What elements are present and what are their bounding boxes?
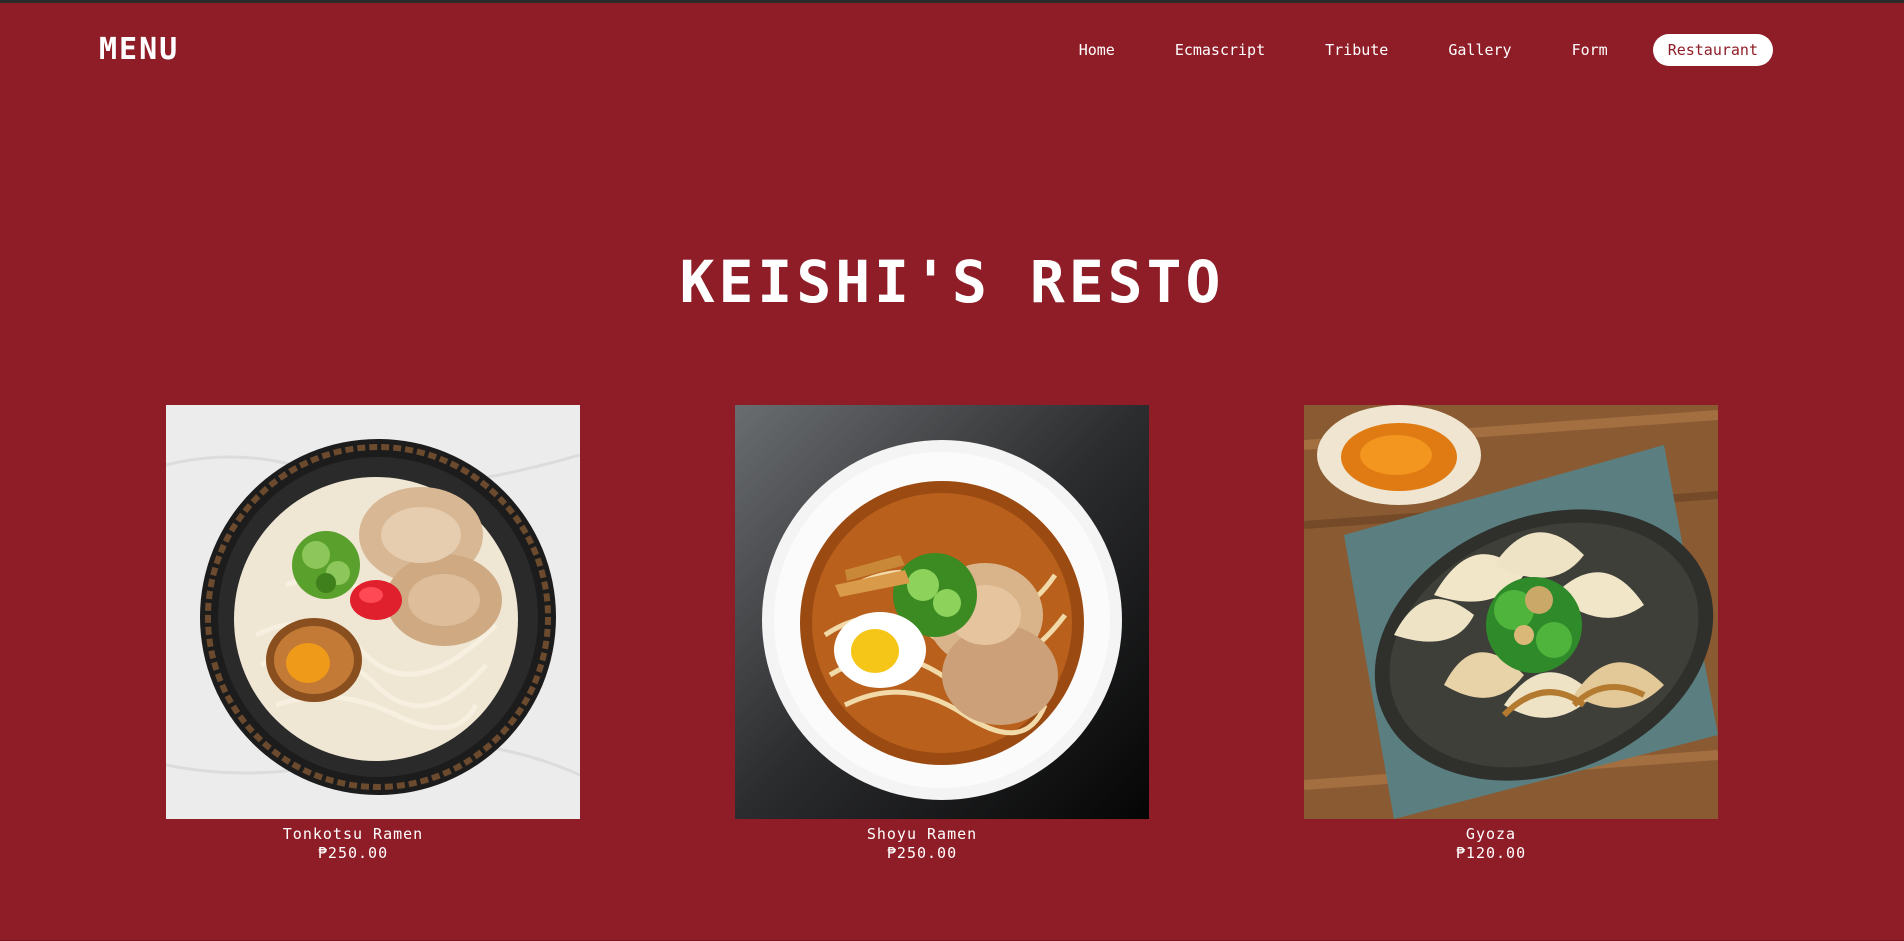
menu-item-price: ₱250.00 bbox=[317, 844, 389, 862]
menu-item-name: Shoyu Ramen bbox=[866, 825, 978, 843]
gyoza-photo bbox=[1304, 405, 1718, 819]
menu-item-price: ₱120.00 bbox=[1455, 844, 1527, 862]
page-title: KEISHI'S RESTO bbox=[679, 248, 1225, 316]
nav-link-form[interactable]: Form bbox=[1557, 34, 1623, 66]
nav-link-tribute[interactable]: Tribute bbox=[1310, 34, 1403, 66]
menu-item-gyoza: Gyoza ₱120.00 bbox=[1304, 405, 1718, 863]
nav-link-home[interactable]: Home bbox=[1064, 34, 1130, 66]
nav-links: Home Ecmascript Tribute Gallery Form Res… bbox=[1034, 34, 1773, 66]
shoyu-ramen-photo bbox=[735, 405, 1149, 819]
navbar: MENU Home Ecmascript Tribute Gallery For… bbox=[0, 0, 1904, 100]
menu-item-tonkotsu-ramen: Tonkotsu Ramen ₱250.00 bbox=[166, 405, 580, 863]
brand-title: MENU bbox=[99, 32, 180, 67]
menu-item-name: Gyoza bbox=[1465, 825, 1517, 843]
tonkotsu-ramen-photo bbox=[166, 405, 580, 819]
menu-item-shoyu-ramen: Shoyu Ramen ₱250.00 bbox=[735, 405, 1149, 863]
menu-item-price: ₱250.00 bbox=[886, 844, 958, 862]
nav-link-gallery[interactable]: Gallery bbox=[1433, 34, 1526, 66]
nav-link-ecmascript[interactable]: Ecmascript bbox=[1160, 34, 1280, 66]
menu-item-name: Tonkotsu Ramen bbox=[282, 825, 424, 843]
nav-link-restaurant[interactable]: Restaurant bbox=[1652, 34, 1773, 66]
